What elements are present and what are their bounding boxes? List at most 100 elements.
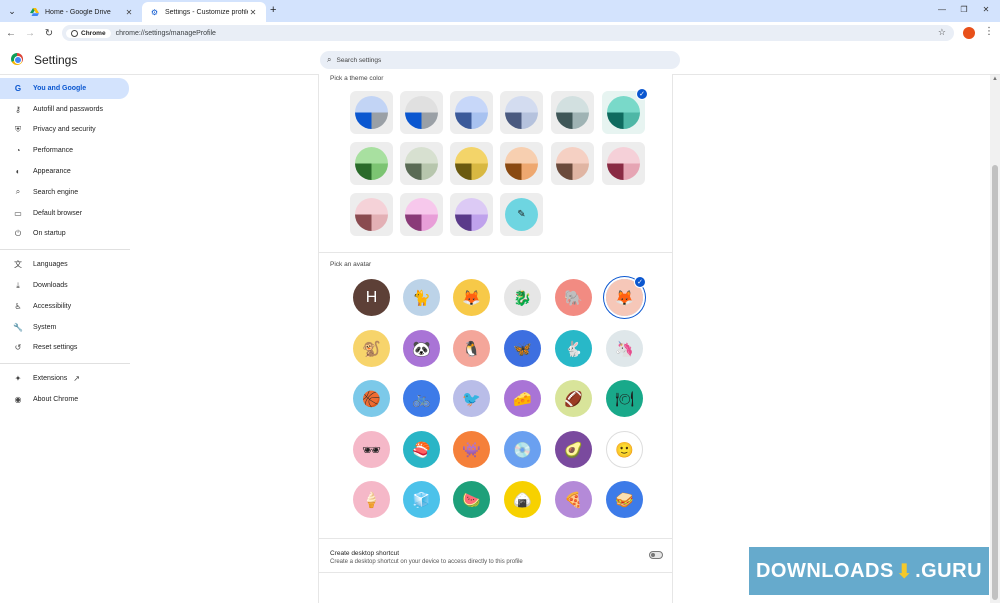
theme-color-swatch[interactable]	[450, 91, 493, 134]
scrollbar-thumb[interactable]	[992, 165, 998, 600]
site-info-chip[interactable]: Chrome	[66, 28, 111, 38]
url-text[interactable]: chrome://settings/manageProfile	[116, 30, 216, 37]
avatar-penguin[interactable]: 🐧	[453, 330, 490, 367]
theme-color-swatch[interactable]	[400, 142, 443, 185]
custom-color-picker[interactable]: ✎	[500, 193, 543, 236]
avatar-monkey[interactable]: 🐒	[353, 330, 390, 367]
avatar-cat[interactable]: 🐈	[403, 279, 440, 316]
avatar-football[interactable]: 🏈	[555, 380, 592, 417]
sidebar-item[interactable]: ⛨ Privacy and security	[0, 120, 130, 141]
panda-icon: 🐼	[403, 330, 440, 367]
avatar-bird[interactable]: 🐦	[453, 380, 490, 417]
sidebar-item[interactable]: ↺ Reset settings	[0, 338, 130, 359]
avatar-bike[interactable]: 🚲	[403, 380, 440, 417]
close-tab-icon[interactable]: ✕	[124, 8, 134, 17]
theme-color-swatch[interactable]	[350, 142, 393, 185]
close-window-icon[interactable]: ✕	[980, 5, 992, 14]
tab-settings[interactable]: ⚙ Settings - Customize profile ✕	[142, 2, 266, 22]
theme-color-swatch[interactable]	[450, 142, 493, 185]
avatar-watermelon[interactable]: 🍉	[453, 481, 490, 518]
swatch-circle	[607, 147, 640, 180]
avatar-vinyl[interactable]: 💿	[504, 431, 541, 468]
theme-color-label: Pick a theme color	[330, 75, 384, 82]
toggle-knob	[651, 553, 655, 557]
sidebar-item[interactable]: ⤓ Downloads	[0, 275, 130, 296]
avatar-icecream[interactable]: 🍦	[353, 481, 390, 518]
restore-icon[interactable]: ❐	[958, 5, 970, 14]
sidebar-item[interactable]: ◔ Performance	[0, 140, 130, 161]
avatar-dragon[interactable]: 🐉	[504, 279, 541, 316]
extension-icon[interactable]	[963, 27, 975, 39]
desktop-shortcut-toggle[interactable]	[649, 551, 663, 559]
sidebar-item[interactable]: ◐ Appearance	[0, 161, 130, 182]
sidebar-item-icon: ◐	[15, 167, 21, 177]
page-scrollbar[interactable]: ▲	[990, 75, 1000, 603]
avatar-tamagotchi[interactable]: 👾	[453, 431, 490, 468]
sidebar-item[interactable]: ⌕ Search engine	[0, 182, 130, 203]
sidebar-item[interactable]: ♿ Accessibility	[0, 296, 130, 317]
avatar-panda[interactable]: 🐼	[403, 330, 440, 367]
minimize-icon[interactable]: —	[936, 5, 948, 14]
football-icon: 🏈	[555, 380, 592, 417]
avatar-letter: H	[353, 279, 390, 316]
address-bar[interactable]: Chrome chrome://settings/manageProfile ☆	[62, 25, 954, 41]
theme-color-swatch[interactable]	[500, 91, 543, 134]
chrome-icon	[71, 29, 78, 37]
avatar-cube[interactable]: 🧊	[403, 481, 440, 518]
theme-color-swatch[interactable]	[450, 193, 493, 236]
avatar-pizza[interactable]: 🍕	[555, 481, 592, 518]
sidebar-item[interactable]: ⚷ Autofill and passwords	[0, 99, 130, 120]
new-tab-button[interactable]: +	[270, 4, 276, 16]
sidebar-item[interactable]: 🔧 System	[0, 317, 130, 338]
theme-color-swatch[interactable]: ✓	[602, 88, 648, 134]
avatar-plate[interactable]: 🍽	[606, 380, 643, 417]
avatar-avocado[interactable]: 🥑	[555, 431, 592, 468]
avatar-fox[interactable]: 🦊	[453, 279, 490, 316]
theme-color-swatch[interactable]	[602, 142, 645, 185]
avatar-fox2[interactable]: 🦊 ✓	[606, 276, 646, 316]
sidebar-item-label: Languages	[33, 261, 68, 269]
avatar-sandwich[interactable]: 🥪	[606, 481, 643, 518]
avatar-sunglasses[interactable]: 🕶	[353, 431, 390, 468]
back-arrow-icon[interactable]: ←	[4, 26, 18, 40]
avatar-onigiri[interactable]: 🍙	[504, 481, 541, 518]
theme-color-swatch[interactable]	[400, 91, 443, 134]
avatar-unicorn[interactable]: 🦄	[606, 330, 643, 367]
sidebar-item-icon: ⛨	[15, 124, 21, 134]
sidebar-item[interactable]: 文 Languages	[0, 254, 130, 275]
tab-search-button[interactable]: ⌄	[4, 3, 20, 19]
more-menu-icon[interactable]: ⋮	[984, 26, 994, 37]
chrome-logo-icon	[11, 53, 23, 65]
search-settings-box[interactable]: ⌕	[320, 51, 680, 69]
avatar-cheese[interactable]: 🧀	[504, 380, 541, 417]
avatar-letter[interactable]: H	[353, 279, 390, 316]
swatch-circle	[505, 96, 538, 129]
avatar-elephant[interactable]: 🐘	[555, 279, 592, 316]
sidebar-item-icon: 🔧	[13, 322, 23, 332]
theme-color-swatch[interactable]	[500, 142, 543, 185]
sidebar-item[interactable]: ✦ Extensions ↗	[0, 368, 130, 389]
avatar-basketball[interactable]: 🏀	[353, 380, 390, 417]
avatar-smile[interactable]: 🙂	[606, 431, 643, 468]
theme-color-swatch[interactable]	[551, 91, 594, 134]
sidebar-item[interactable]: G You and Google	[0, 78, 129, 99]
sidebar-item-icon: G	[14, 83, 22, 93]
avatar-rabbit[interactable]: 🐇	[555, 330, 592, 367]
theme-color-swatch[interactable]	[350, 91, 393, 134]
download-arrow-icon: ⬇	[895, 560, 914, 583]
forward-arrow-icon[interactable]: →	[23, 26, 37, 40]
scroll-up-arrow-icon[interactable]: ▲	[992, 76, 998, 82]
bookmark-star-icon[interactable]: ☆	[938, 27, 946, 38]
theme-color-swatch[interactable]	[350, 193, 393, 236]
avatar-butterfly[interactable]: 🦋	[504, 330, 541, 367]
sidebar-item[interactable]: ◉ About Chrome	[0, 389, 130, 410]
sidebar-item[interactable]: ▭ Default browser	[0, 203, 130, 224]
theme-color-swatch[interactable]	[400, 193, 443, 236]
sidebar-item[interactable]: ⏻ On startup	[0, 224, 130, 245]
theme-color-swatch[interactable]	[551, 142, 594, 185]
close-tab-icon[interactable]: ✕	[248, 8, 258, 17]
search-input[interactable]	[336, 56, 637, 64]
tab-google-drive[interactable]: Home - Google Drive ✕	[22, 2, 142, 22]
reload-icon[interactable]: ↻	[42, 26, 56, 40]
avatar-sushi[interactable]: 🍣	[403, 431, 440, 468]
